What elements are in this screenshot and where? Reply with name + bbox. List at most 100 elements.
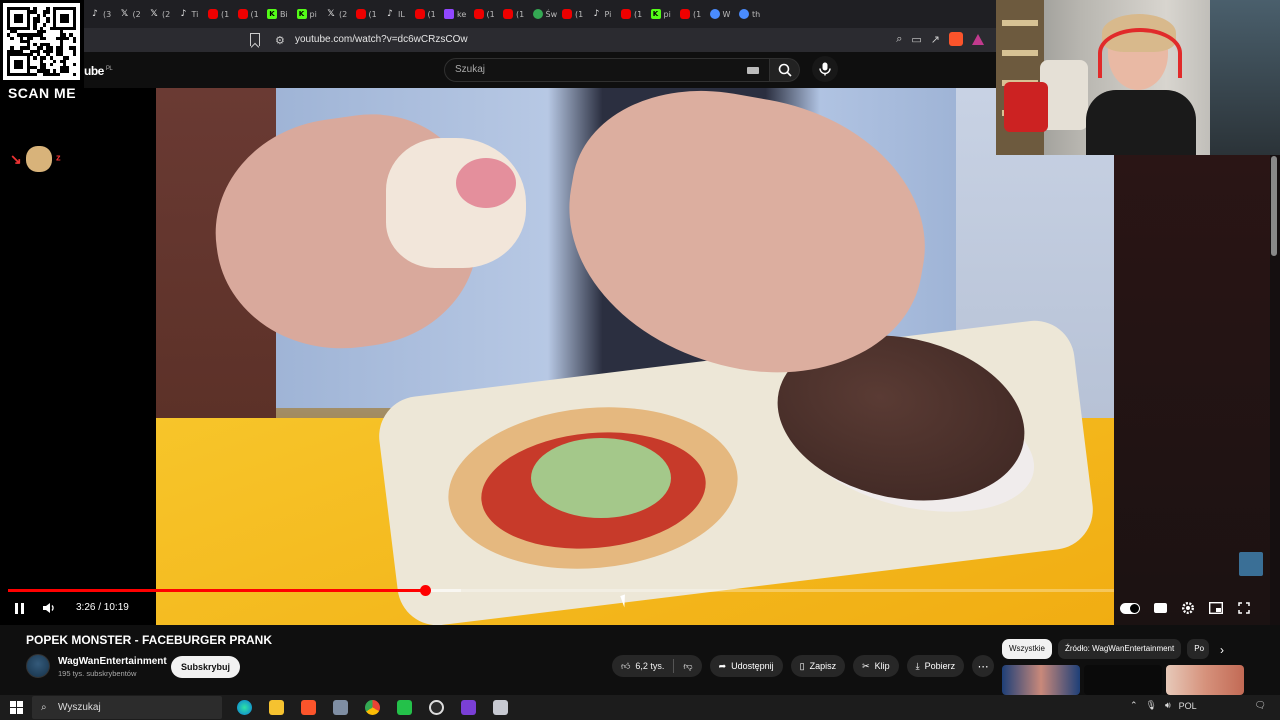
browser-tab[interactable]: ♪ (3 — [86, 3, 116, 25]
site-info-icon[interactable]: ⚙ — [275, 34, 285, 47]
browser-tab-label: ke — [457, 9, 467, 19]
webcam-streamer — [1086, 14, 1196, 155]
browser-tab[interactable]: (1 — [352, 3, 382, 25]
save-icon: ▯ — [799, 660, 805, 671]
app-icon[interactable] — [488, 697, 512, 718]
microphone-icon[interactable]: 🎙︎ — [1146, 700, 1157, 711]
browser-tab[interactable]: (1 — [204, 3, 234, 25]
clip-label: Klip — [874, 661, 890, 671]
brave-shields-icon[interactable] — [949, 32, 963, 46]
play-app-icon[interactable] — [392, 697, 416, 718]
volume-button[interactable] — [42, 600, 56, 616]
share-button[interactable]: ➦ Udostępnij — [709, 655, 783, 677]
video-frame[interactable] — [156, 88, 1114, 625]
browser-tab[interactable]: (1 — [558, 3, 588, 25]
address-bar[interactable]: ⚙ youtube.com/watch?v=dc6wCRzsCOw ⌕ ▭ ↗ — [84, 28, 996, 52]
browser-tab[interactable]: Św — [529, 3, 559, 25]
chip-all[interactable]: Wszystkie — [1002, 639, 1052, 659]
browser-tab[interactable]: (1 — [234, 3, 264, 25]
voice-search-button[interactable] — [812, 56, 838, 82]
language-indicator[interactable]: POL — [1179, 701, 1197, 711]
more-actions-button[interactable]: ⋯ — [972, 655, 995, 677]
browser-tab-label: Bi — [280, 9, 288, 19]
notification-icon[interactable]: 🗨︎ — [1255, 700, 1266, 711]
save-button[interactable]: ▯ Zapisz — [790, 655, 846, 677]
browser-tab-label: th — [752, 9, 761, 19]
browser-tab[interactable]: (1 — [617, 3, 647, 25]
brave-browser-icon[interactable] — [296, 697, 320, 718]
like-dislike-group: 👍︎ 6,2 tys. 👎︎ — [612, 655, 702, 677]
cast-icon[interactable]: ▭ — [911, 33, 921, 46]
browser-tab[interactable]: (1 — [411, 3, 441, 25]
youtube-logo[interactable]: ube PL — [84, 64, 113, 78]
speaker-icon[interactable]: 🔊︎ — [1165, 700, 1171, 711]
brave-rewards-icon[interactable] — [972, 33, 984, 45]
youtube-icon — [621, 9, 631, 19]
chrome-icon[interactable] — [360, 697, 384, 718]
kick-icon: K — [296, 9, 307, 19]
recommendation-thumbnail[interactable] — [1084, 665, 1162, 695]
tiktok-icon: ♪ — [180, 9, 187, 19]
youtube-icon — [355, 9, 366, 19]
browser-tab[interactable]: K Bi — [263, 3, 293, 25]
browser-tab[interactable]: ♪ Pi — [588, 3, 618, 25]
browser-tab[interactable]: th — [735, 3, 765, 25]
browser-tab[interactable]: 𝕏 (2 — [116, 3, 146, 25]
search-input[interactable]: Szukaj — [444, 58, 770, 82]
progress-bar[interactable] — [8, 585, 1114, 596]
subtitles-button[interactable] — [1152, 600, 1168, 616]
fullscreen-button[interactable] — [1236, 600, 1252, 616]
autoplay-toggle[interactable] — [1120, 602, 1140, 614]
chip-more[interactable]: Po — [1187, 639, 1210, 659]
browser-tab[interactable]: 𝕏 (2 — [322, 3, 352, 25]
browser-tab[interactable]: 𝕏 (2 — [145, 3, 175, 25]
youtube-icon — [208, 9, 218, 19]
browser-tab-label: W — [722, 9, 731, 19]
video-player[interactable]: ↘ ᶻ — [0, 88, 1114, 625]
like-button[interactable]: 👍︎ 6,2 tys. — [612, 655, 673, 677]
share-page-icon[interactable]: ↗ — [931, 33, 940, 46]
microphone-icon — [819, 62, 831, 76]
browser-tab[interactable]: (1 — [676, 3, 706, 25]
browser-tab[interactable]: ♪ Ti — [175, 3, 205, 25]
youtube-icon — [473, 9, 484, 19]
edge-icon[interactable] — [232, 697, 256, 718]
chevron-up-icon[interactable]: ⌃ — [1130, 700, 1138, 711]
subscribe-button[interactable]: Subskrybuj — [171, 656, 241, 678]
app-icon[interactable] — [328, 697, 352, 718]
zoom-icon[interactable]: ⌕ — [896, 33, 902, 46]
search-button[interactable] — [770, 58, 800, 82]
progress-scrubber[interactable] — [419, 585, 431, 596]
browser-tab[interactable]: W — [706, 3, 736, 25]
url-text[interactable]: youtube.com/watch?v=dc6wCRzsCOw — [295, 34, 468, 45]
recommendation-thumbnail[interactable] — [1002, 665, 1080, 695]
windows-start-icon[interactable] — [10, 701, 23, 714]
browser-tab[interactable]: (1 — [470, 3, 500, 25]
obs-icon[interactable] — [424, 697, 448, 718]
browser-tab[interactable]: ♪ IL — [381, 3, 411, 25]
clip-button[interactable]: ✂ Klip — [853, 655, 899, 677]
browser-tab-label: (2 — [339, 9, 348, 19]
chat-app-icon[interactable] — [456, 697, 480, 718]
page-scrollbar[interactable] — [1271, 156, 1277, 256]
channel-name[interactable]: WagWanEntertainment — [58, 656, 167, 667]
browser-tab[interactable]: (1 — [499, 3, 529, 25]
miniplayer-button[interactable] — [1208, 600, 1224, 616]
kick-icon: K — [650, 9, 661, 19]
dislike-button[interactable]: 👎︎ — [674, 655, 701, 677]
browser-tab[interactable]: ke — [440, 3, 470, 25]
download-button[interactable]: ⤓ Pobierz — [906, 655, 965, 677]
taskbar-search-input[interactable]: ⌕ Wyszukaj — [32, 696, 222, 719]
keyboard-icon[interactable] — [747, 67, 759, 74]
file-explorer-icon[interactable] — [264, 697, 288, 718]
mini-channel-avatar[interactable] — [1239, 552, 1263, 576]
browser-tab[interactable]: Kpi — [647, 3, 677, 25]
channel-avatar[interactable] — [26, 654, 50, 678]
recommendation-thumbnail[interactable] — [1166, 665, 1244, 695]
chip-from-channel[interactable]: Źródło: WagWanEntertainment — [1058, 639, 1182, 659]
pause-button[interactable] — [12, 600, 26, 616]
settings-button[interactable] — [1180, 600, 1196, 616]
browser-tab[interactable]: Kpi — [293, 3, 323, 25]
chevron-right-icon[interactable]: › — [1220, 643, 1224, 657]
bookmark-icon[interactable] — [250, 33, 260, 46]
